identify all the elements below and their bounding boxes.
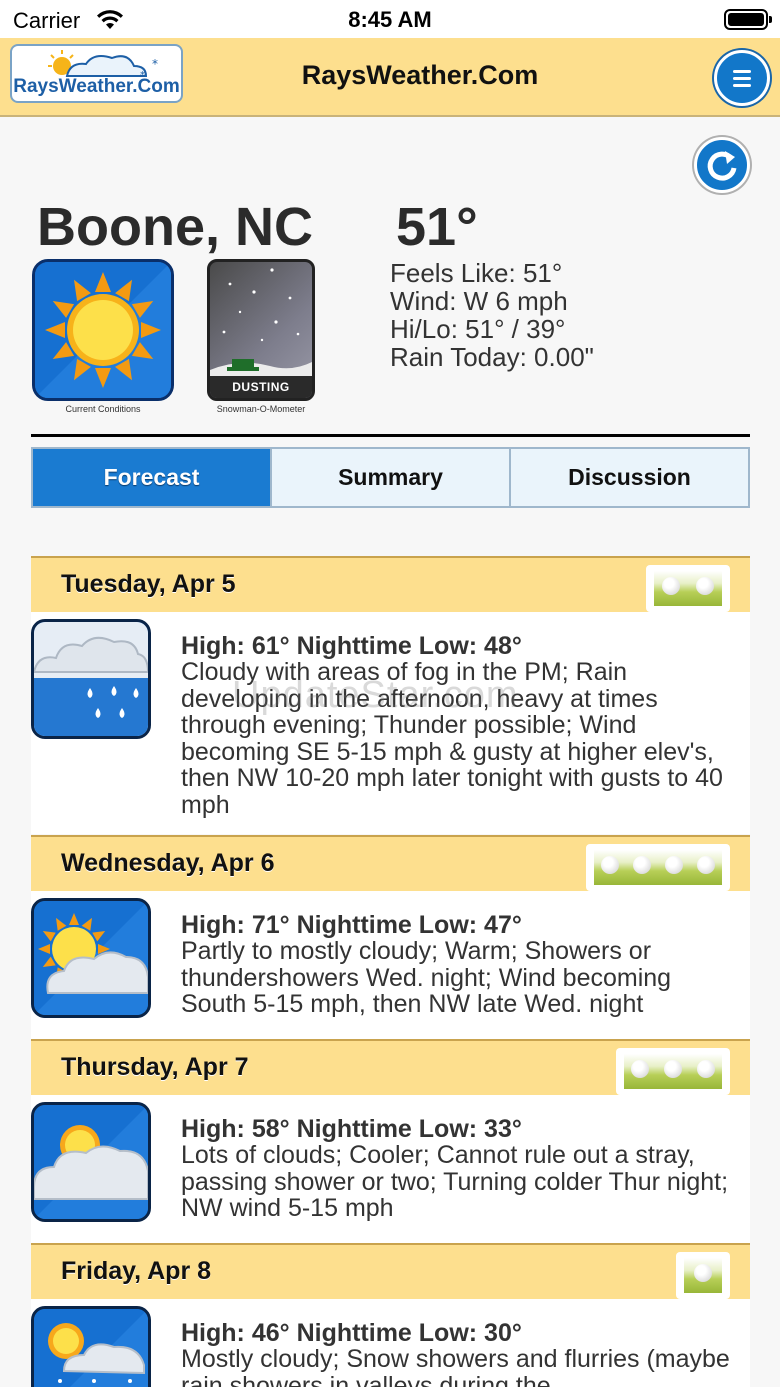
feels-like: Feels Like: 51°: [390, 258, 563, 288]
partly-cloudy-icon: [31, 898, 151, 1018]
forecast-description: Partly to mostly cloudy; Warm; Showers o…: [181, 937, 672, 1018]
golf-ball-rating: [616, 1048, 730, 1095]
golf-ball-icon: [594, 850, 722, 885]
header-title: RaysWeather.Com: [301, 60, 539, 90]
wind: Wind: W 6 mph: [390, 286, 568, 316]
tab-bar: Forecast Summary Discussion: [31, 447, 750, 508]
logo-text: RaysWeather.Com: [13, 76, 180, 97]
rain-today: Rain Today: 0.00": [390, 342, 594, 372]
status-bar: Carrier 8:45 AM: [0, 0, 780, 38]
mostly-cloudy-icon: [31, 1102, 151, 1222]
section-divider: [31, 434, 750, 437]
day-title: Friday, Apr 8: [61, 1257, 212, 1285]
forecast-description: Lots of clouds; Cooler; Cannot rule out …: [181, 1141, 729, 1222]
sunny-icon[interactable]: [32, 259, 174, 401]
day-title: Wednesday, Apr 6: [61, 849, 275, 877]
current-conditions-label: Current Conditions: [65, 404, 141, 414]
day-header-friday: Friday, Apr 8: [31, 1243, 750, 1299]
forecast-day-friday: High: 46° Nighttime Low: 30° Mostly clou…: [31, 1299, 750, 1387]
forecast-day-wednesday: High: 71° Nighttime Low: 47° Partly to m…: [31, 891, 750, 1039]
golf-ball-icon: [624, 1054, 722, 1089]
svg-text:*: *: [152, 57, 158, 71]
app-screen: Carrier 8:45 AM * * RaysWeather.Com Rays…: [0, 0, 780, 1387]
forecast-description: Cloudy with areas of fog in the PM; Rain…: [181, 658, 723, 819]
snow-showers-icon: [31, 1306, 151, 1387]
golf-ball-icon: [684, 1258, 722, 1293]
clock: 8:45 AM: [348, 7, 432, 32]
app-header: * * RaysWeather.Com RaysWeather.Com: [0, 38, 780, 117]
day-header-thursday: Thursday, Apr 7: [31, 1039, 750, 1095]
forecast-day-tuesday: High: 61° Nighttime Low: 48° Cloudy with…: [31, 612, 750, 834]
refresh-icon: [707, 151, 737, 181]
day-header-tuesday: Tuesday, Apr 5: [31, 556, 750, 612]
golf-ball-rating: [646, 565, 730, 612]
hi-lo-forecast: High: 61° Nighttime Low: 48°: [181, 632, 522, 660]
forecast-day-thursday: High: 58° Nighttime Low: 33° Lots of clo…: [31, 1095, 750, 1243]
snowman-o-mometer-label: Snowman-O-Mometer: [216, 404, 306, 414]
snowman-o-mometer-icon[interactable]: DUSTING: [207, 259, 315, 401]
day-header-wednesday: Wednesday, Apr 6: [31, 835, 750, 891]
golf-ball-rating: [676, 1252, 730, 1299]
golf-ball-icon: [654, 571, 722, 606]
day-title: Thursday, Apr 7: [61, 1053, 249, 1081]
snowman-status: DUSTING: [210, 376, 312, 398]
hi-lo-forecast: High: 58° Nighttime Low: 33°: [181, 1115, 522, 1143]
forecast-description: Mostly cloudy; Snow showers and flurries…: [181, 1345, 730, 1387]
hi-lo: Hi/Lo: 51° / 39°: [390, 314, 566, 344]
current-details: Feels Like: 51° Wind: W 6 mph Hi/Lo: 51°…: [390, 259, 594, 371]
hi-lo-forecast: High: 71° Nighttime Low: 47°: [181, 911, 522, 939]
hi-lo-forecast: High: 46° Nighttime Low: 30°: [181, 1319, 522, 1347]
tab-forecast[interactable]: Forecast: [33, 449, 270, 506]
tab-summary[interactable]: Summary: [270, 449, 509, 506]
golf-ball-rating: [586, 844, 730, 891]
menu-button[interactable]: [714, 50, 770, 106]
hamburger-icon: [733, 70, 751, 73]
battery-icon: [724, 9, 772, 30]
app-logo[interactable]: * * RaysWeather.Com: [10, 44, 183, 103]
rain-cloud-icon: [31, 619, 151, 739]
current-temperature: 51°: [396, 197, 478, 257]
tab-discussion[interactable]: Discussion: [509, 449, 748, 506]
refresh-button[interactable]: [694, 137, 750, 193]
day-title: Tuesday, Apr 5: [61, 570, 236, 598]
city-name: Boone, NC: [37, 197, 313, 257]
